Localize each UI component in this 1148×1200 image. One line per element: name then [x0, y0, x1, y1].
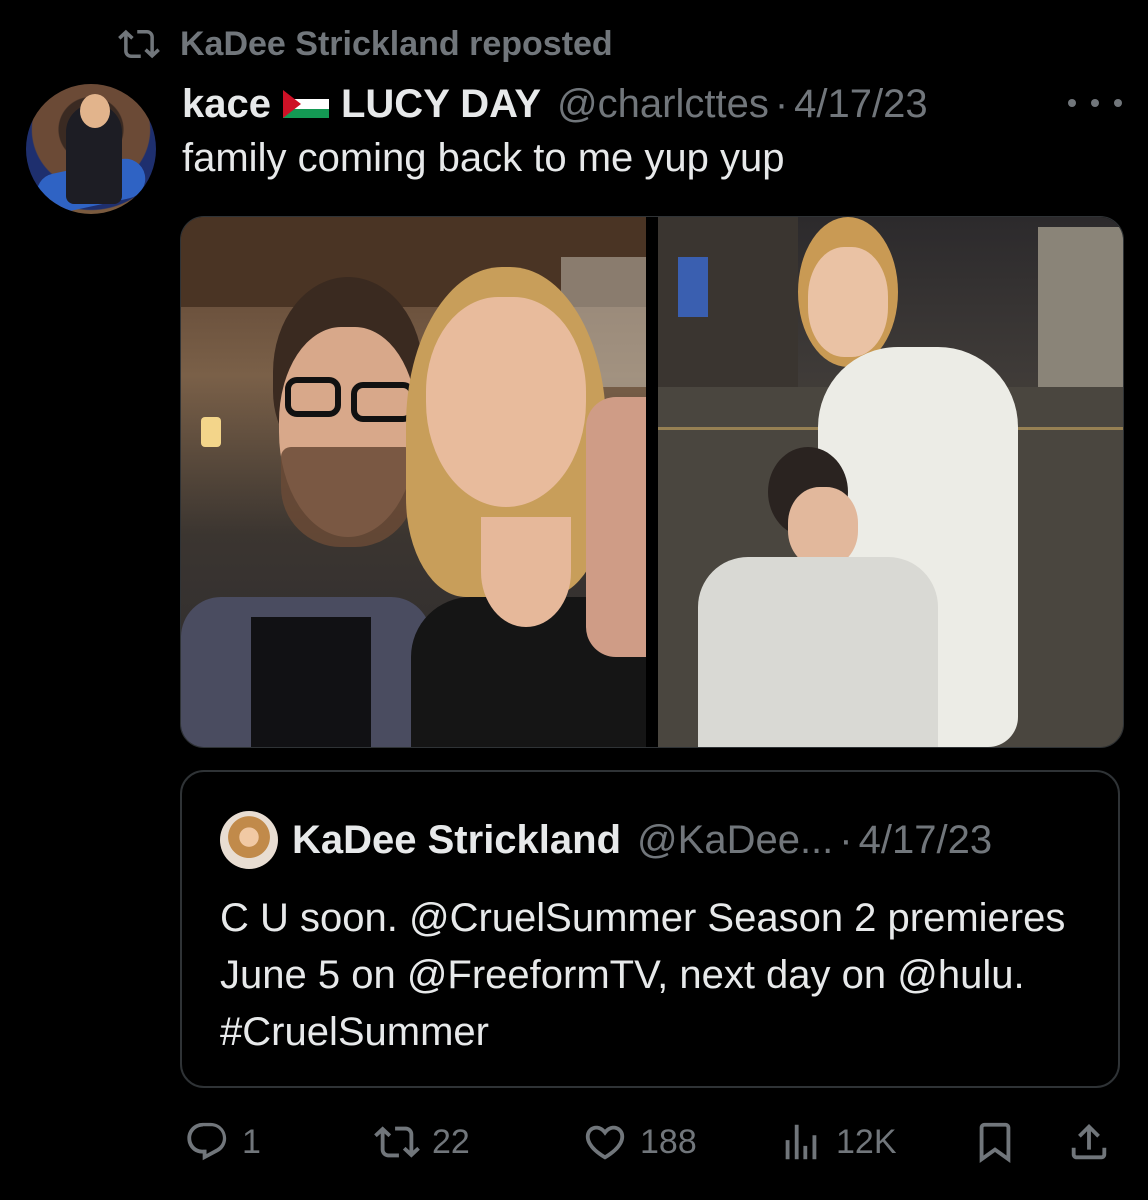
bookmark-button[interactable] — [972, 1112, 1018, 1172]
repost-count: 22 — [432, 1122, 470, 1161]
author-handle[interactable]: @charlcttes — [557, 82, 769, 127]
reply-icon — [187, 1122, 227, 1161]
tweet-media[interactable] — [180, 216, 1124, 748]
action-bar: 1 22 188 12K — [180, 1112, 1120, 1172]
quoted-tweet-header: KaDee Strickland @KaDee... · 4/17/23 — [220, 811, 992, 869]
author-name-suffix[interactable]: LUCY DAY — [341, 82, 541, 127]
palestine-flag-icon — [282, 90, 329, 118]
separator-dot: · — [839, 817, 853, 862]
share-button[interactable] — [1066, 1112, 1112, 1172]
quoted-author-handle[interactable]: @KaDee... — [637, 818, 833, 863]
author-name[interactable]: kace — [182, 82, 271, 127]
quoted-tweet-text: C U soon. @CruelSummer Season 2 premiere… — [220, 896, 1066, 1054]
quoted-author-avatar[interactable] — [220, 811, 278, 869]
separator-dot: · — [774, 81, 789, 126]
views-button[interactable]: 12K — [778, 1112, 897, 1172]
like-count: 188 — [640, 1122, 697, 1161]
analytics-icon — [785, 1124, 817, 1160]
tweet-text: family coming back to me yup yup — [182, 136, 785, 180]
media-photo-1[interactable] — [181, 217, 646, 747]
bookmark-icon — [979, 1122, 1011, 1163]
quoted-author-name[interactable]: KaDee Strickland — [292, 818, 621, 863]
quoted-tweet-date[interactable]: 4/17/23 — [859, 818, 992, 863]
repost-button[interactable]: 22 — [374, 1112, 470, 1172]
repost-icon — [118, 29, 160, 59]
repost-label: KaDee Strickland reposted — [180, 24, 613, 63]
author-avatar[interactable] — [26, 84, 156, 214]
heart-icon — [585, 1125, 625, 1160]
like-button[interactable]: 188 — [582, 1112, 697, 1172]
view-count: 12K — [836, 1122, 897, 1161]
more-options-icon[interactable] — [1068, 88, 1122, 118]
repost-indicator[interactable]: KaDee Strickland reposted — [118, 22, 613, 66]
share-icon — [1071, 1123, 1107, 1160]
tweet-header: kace LUCY DAY @charlcttes · 4/17/23 — [182, 80, 928, 128]
repost-icon — [374, 1126, 420, 1158]
media-photo-2[interactable] — [658, 217, 1123, 747]
tweet-date[interactable]: 4/17/23 — [794, 82, 927, 127]
reply-count: 1 — [242, 1122, 261, 1161]
reply-button[interactable]: 1 — [184, 1112, 261, 1172]
quoted-tweet[interactable]: KaDee Strickland @KaDee... · 4/17/23 C U… — [180, 770, 1120, 1088]
